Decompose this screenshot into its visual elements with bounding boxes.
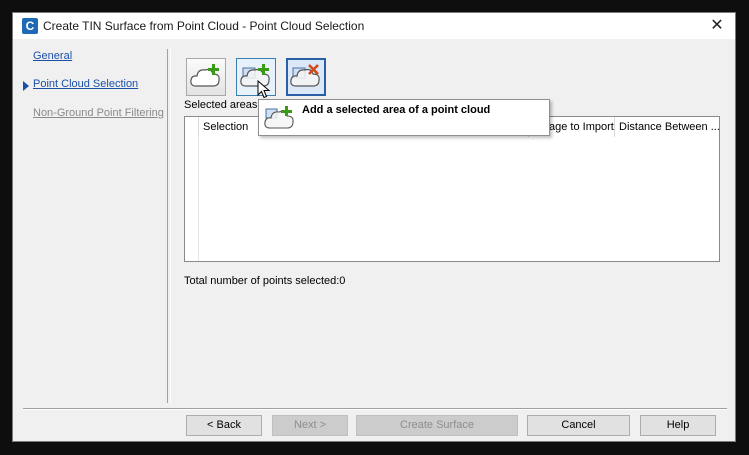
remove-point-cloud-icon <box>290 64 320 87</box>
window-title: Create TIN Surface from Point Cloud - Po… <box>43 19 365 33</box>
add-selected-area-icon <box>264 106 294 129</box>
selected-areas-label: Selected areas: <box>184 99 261 111</box>
close-icon: ✕ <box>710 17 724 34</box>
table-corner-cell <box>185 117 199 137</box>
remove-point-cloud-button[interactable] <box>286 58 326 96</box>
nav-item-non-ground-point-filtering[interactable]: Non-Ground Point Filtering <box>33 107 164 119</box>
total-points-label: Total number of points selected:0 <box>184 275 346 287</box>
mouse-cursor-icon <box>257 80 271 99</box>
cancel-button[interactable]: Cancel <box>527 415 630 436</box>
footer-divider <box>23 408 727 410</box>
add-point-cloud-icon <box>190 64 220 87</box>
close-button[interactable]: ✕ <box>707 16 727 36</box>
tooltip-text: Add a selected area of a point cloud <box>302 104 491 116</box>
column-header-distance-between[interactable]: Distance Between ... <box>615 117 719 137</box>
back-button[interactable]: < Back <box>186 415 262 436</box>
nav-item-point-cloud-selection[interactable]: Point Cloud Selection <box>33 78 138 90</box>
selected-areas-table[interactable]: Selection age to Import Distance Between… <box>184 116 720 262</box>
nav-divider <box>167 49 171 403</box>
create-surface-button[interactable]: Create Surface <box>356 415 518 436</box>
next-button[interactable]: Next > <box>272 415 348 436</box>
app-icon: C <box>22 18 38 34</box>
current-page-arrow-icon <box>23 81 29 91</box>
add-point-cloud-button[interactable] <box>186 58 226 96</box>
title-bar: C Create TIN Surface from Point Cloud - … <box>13 13 735 39</box>
dialog-window: C Create TIN Surface from Point Cloud - … <box>12 12 736 442</box>
tooltip: Add a selected area of a point cloud <box>258 99 550 136</box>
help-button[interactable]: Help <box>640 415 716 436</box>
nav-item-general[interactable]: General <box>33 50 72 62</box>
row-header-column <box>185 137 199 261</box>
